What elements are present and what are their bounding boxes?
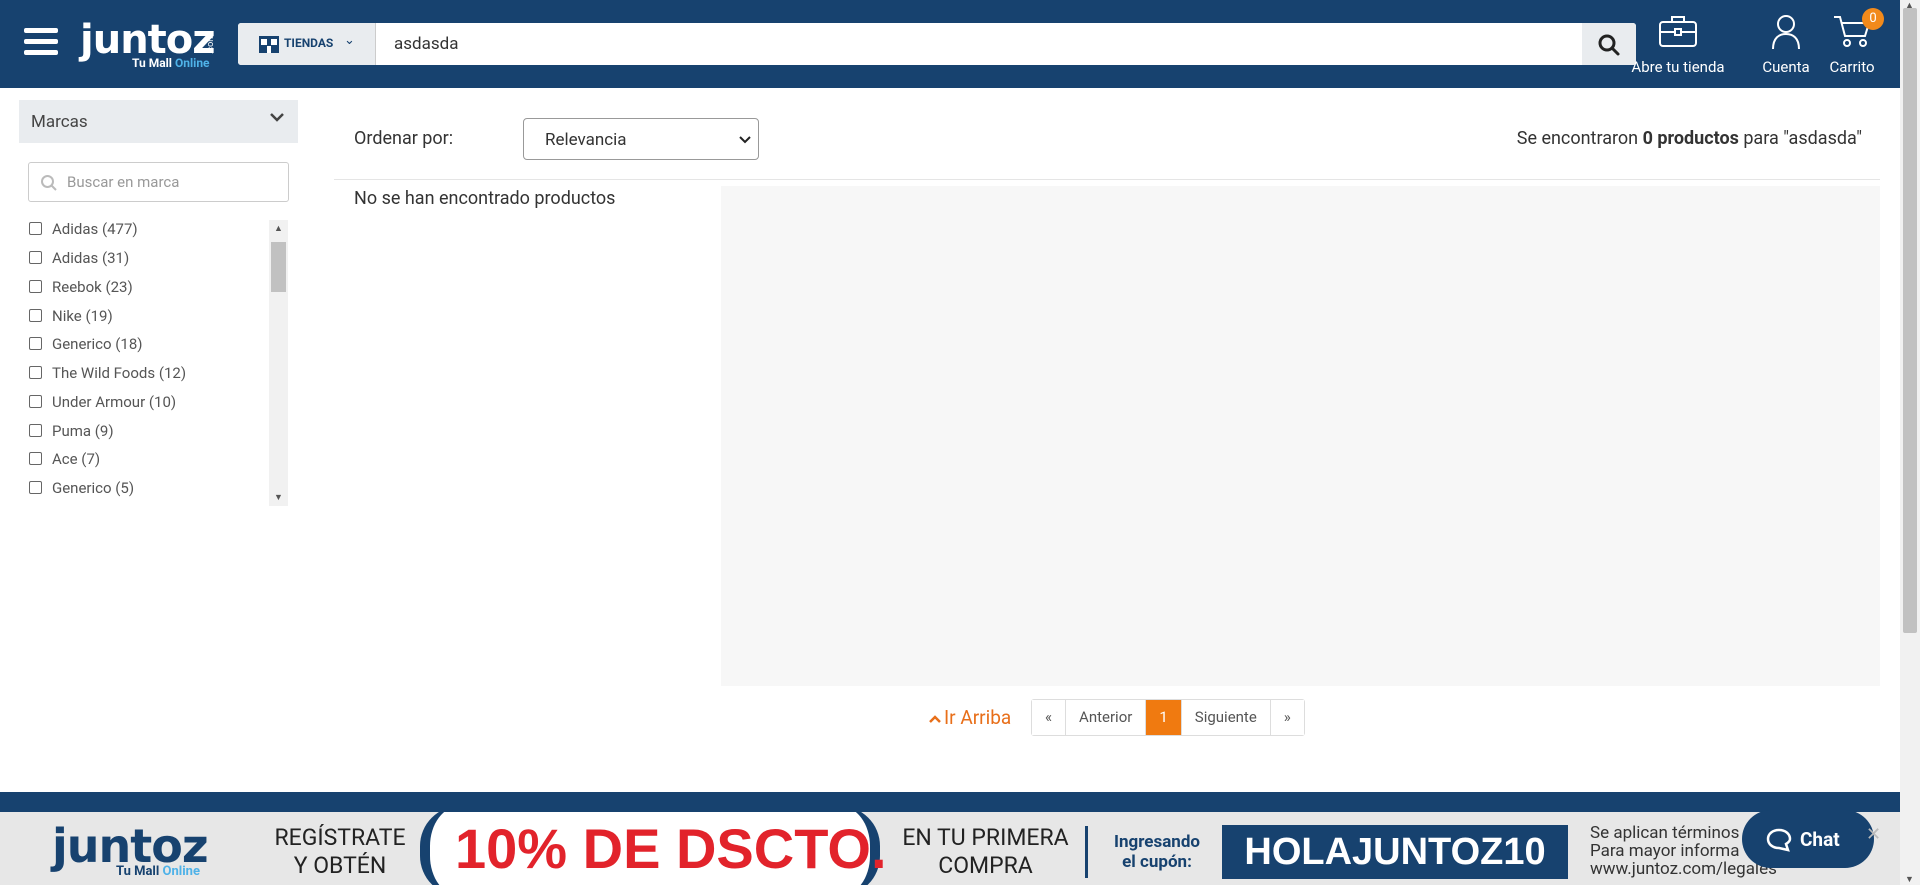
brand-checkbox[interactable] bbox=[29, 452, 42, 465]
banner-logo: juntoz bbox=[52, 819, 209, 873]
chat-bubble-icon bbox=[1766, 828, 1792, 852]
top-header: juntoz .com Tu Mall Online TIENDAS ⌄ asd… bbox=[0, 0, 1900, 88]
search-icon bbox=[1598, 34, 1620, 56]
account-label: Cuenta bbox=[1762, 58, 1810, 76]
cart-count-badge: 0 bbox=[1862, 8, 1884, 30]
product-grid-area bbox=[721, 186, 1880, 686]
scroll-up-arrow-icon[interactable]: ▲ bbox=[274, 223, 283, 234]
store-icon bbox=[259, 36, 279, 53]
next-page-button[interactable]: Siguiente bbox=[1181, 700, 1271, 735]
scroll-down-arrow-icon[interactable]: ▼ bbox=[274, 492, 283, 503]
search-button[interactable] bbox=[1582, 23, 1636, 65]
close-icon[interactable]: ✕ bbox=[1866, 824, 1881, 845]
brand-checkbox[interactable] bbox=[29, 309, 42, 322]
logo-tagline: Tu Mall Online bbox=[132, 56, 210, 70]
brand-checkbox[interactable] bbox=[29, 424, 42, 437]
brand-checkbox[interactable] bbox=[29, 337, 42, 350]
brand-checkbox[interactable] bbox=[29, 481, 42, 494]
brand-search-input[interactable] bbox=[65, 163, 285, 201]
first-page-button[interactable]: « bbox=[1032, 700, 1067, 735]
juntoz-logo[interactable]: juntoz .com Tu Mall Online bbox=[80, 18, 220, 70]
last-page-button[interactable]: » bbox=[1270, 700, 1304, 735]
banner-coupon-code: HOLAJUNTOZ10 bbox=[1222, 825, 1568, 879]
brand-checkbox[interactable] bbox=[29, 280, 42, 293]
open-store-label: Abre tu tienda bbox=[1631, 58, 1725, 76]
divider bbox=[334, 179, 1880, 180]
scroll-down-arrow-icon[interactable]: ▼ bbox=[1905, 874, 1914, 885]
search-bar: TIENDAS ⌄ bbox=[238, 23, 1636, 65]
brand-list-scrollbar[interactable]: ▲ ▼ bbox=[269, 220, 288, 506]
banner-logo-tagline: Tu Mall Online bbox=[116, 864, 200, 879]
banner-coupon-label: Ingresando el cupón: bbox=[1114, 832, 1200, 872]
search-input[interactable] bbox=[376, 23, 1582, 65]
result-summary: Se encontraron 0 productos para "asdasda… bbox=[1516, 128, 1862, 149]
back-to-top-link[interactable]: Ir Arriba bbox=[928, 706, 1011, 729]
brand-checkbox[interactable] bbox=[29, 222, 42, 235]
result-count: 0 productos bbox=[1642, 128, 1739, 149]
brand-checkbox[interactable] bbox=[29, 395, 42, 408]
promo-banner[interactable]: juntoz Tu Mall Online REGÍSTRATE Y OBTÉN … bbox=[0, 812, 1900, 885]
page-scrollbar-thumb[interactable] bbox=[1903, 8, 1917, 633]
sort-select[interactable]: Relevancia bbox=[523, 118, 759, 160]
chevron-down-icon bbox=[739, 136, 751, 144]
logo-com: .com bbox=[206, 33, 216, 54]
chevron-up-icon bbox=[929, 715, 941, 723]
empty-results-message: No se han encontrado productos bbox=[354, 188, 616, 209]
brand-checkbox[interactable] bbox=[29, 366, 42, 379]
sort-label: Ordenar por: bbox=[354, 128, 454, 149]
chat-label: Chat bbox=[1800, 828, 1840, 851]
hamburger-menu-icon[interactable] bbox=[24, 28, 58, 58]
banner-register-text: REGÍSTRATE Y OBTÉN bbox=[274, 824, 406, 879]
stores-dropdown[interactable]: TIENDAS ⌄ bbox=[238, 23, 376, 65]
banner-discount-text: 10% DE DSCTO. bbox=[455, 817, 887, 880]
pagination: « Anterior 1 Siguiente » bbox=[1031, 699, 1305, 736]
previous-page-button[interactable]: Anterior bbox=[1066, 700, 1147, 735]
briefcase-icon bbox=[1659, 16, 1697, 47]
search-icon bbox=[41, 175, 57, 191]
chevron-down-icon: ⌄ bbox=[344, 33, 355, 48]
cart-label: Carrito bbox=[1829, 58, 1875, 76]
stores-label: TIENDAS bbox=[284, 36, 334, 50]
open-store-link[interactable]: Abre tu tienda bbox=[1630, 12, 1726, 76]
banner-separator bbox=[1085, 826, 1088, 878]
account-link[interactable]: Cuenta bbox=[1756, 12, 1816, 76]
user-icon bbox=[1772, 15, 1800, 50]
page-1-button[interactable]: 1 bbox=[1146, 700, 1182, 735]
chat-button[interactable]: Chat bbox=[1742, 810, 1874, 868]
brand-list: Adidas (477) Adidas (31) Reebok (23) Nik… bbox=[28, 220, 269, 506]
brands-filter-header[interactable]: Marcas bbox=[19, 100, 298, 143]
brand-list-scrollbar-thumb[interactable] bbox=[271, 242, 286, 292]
footer-strip bbox=[0, 792, 1900, 812]
banner-first-purchase-text: EN TU PRIMERA COMPRA bbox=[902, 824, 1069, 879]
page-scrollbar[interactable]: ▲ ▼ bbox=[1900, 0, 1920, 885]
brand-search-field bbox=[28, 162, 289, 202]
brands-filter-title: Marcas bbox=[31, 112, 88, 132]
brand-checkbox[interactable] bbox=[29, 251, 42, 264]
sort-select-value: Relevancia bbox=[545, 130, 627, 150]
chevron-down-icon bbox=[270, 113, 284, 122]
